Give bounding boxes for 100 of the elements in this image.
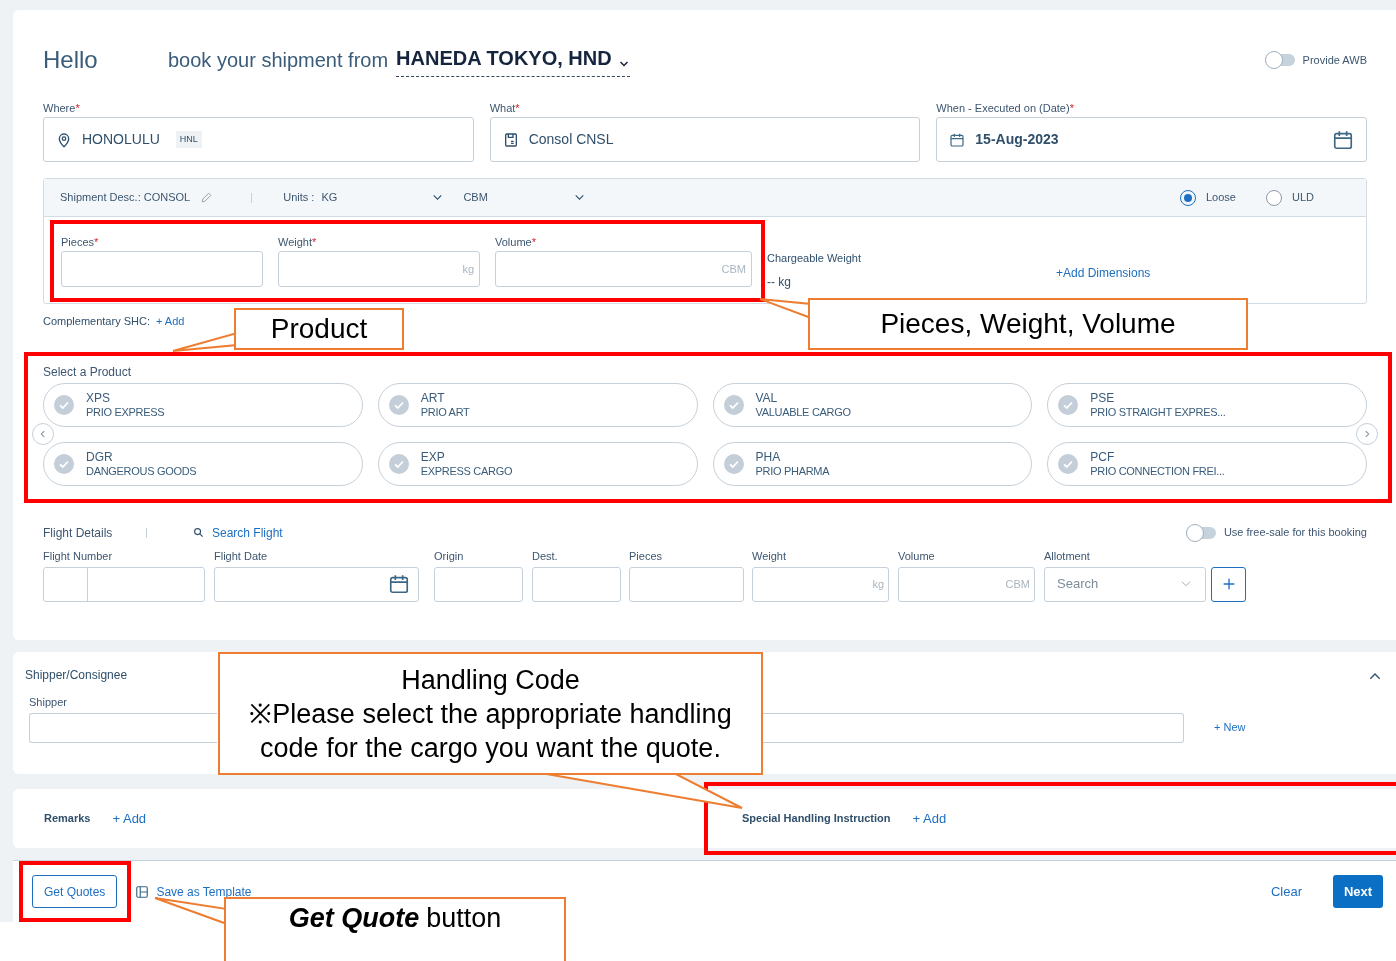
remarks-label: Remarks (44, 811, 91, 827)
callout-box: Product (234, 308, 404, 350)
product-option[interactable]: ART PRIO ART (377, 382, 698, 427)
next-button[interactable]: Next (1333, 875, 1383, 908)
product-option[interactable]: VAL VALUABLE CARGO (712, 382, 1033, 427)
checkmark-icon (54, 394, 74, 415)
toggle-label: Provide AWB (1302, 52, 1367, 68)
product-name: PRIO ART (420, 404, 470, 419)
toggle-label: Use free-sale for this booking (1223, 525, 1367, 541)
origin-dropdown[interactable]: HANEDA TOKYO, HND (396, 43, 630, 77)
new-link[interactable]: + New (1214, 718, 1246, 735)
next-arrow-button[interactable] (1356, 422, 1378, 445)
date-field[interactable] (214, 566, 419, 602)
add-link[interactable]: + Add (912, 808, 947, 829)
clear-link[interactable]: Clear (1270, 881, 1302, 902)
prompt-text: book your shipment from (168, 48, 389, 73)
commodity-field[interactable]: Consol CNSL (489, 117, 921, 162)
radio-button[interactable] (1266, 189, 1282, 206)
toggle-switch[interactable] (1185, 526, 1216, 539)
checkmark-icon (388, 394, 409, 415)
field-label: Dest. (532, 549, 559, 563)
product-name: PRIO STRAIGHT EXPRES... (1090, 404, 1226, 419)
field-label: Origin (434, 549, 465, 563)
product-code: VAL (755, 390, 779, 405)
airport-code-tag: HNL (175, 130, 202, 149)
chargeable-weight-label: Chargeable Weight (767, 251, 861, 266)
callout-box: Get Quote button (224, 897, 566, 961)
product-option[interactable]: PSE PRIO STRAIGHT EXPRES... (1047, 382, 1367, 427)
allotment-select[interactable]: Search (1044, 566, 1206, 602)
shipment-description: Shipment Desc.: CONSOL (60, 190, 191, 206)
calendar-icon[interactable] (388, 573, 410, 595)
checkmark-icon (723, 394, 744, 415)
radio-label: Loose (1206, 190, 1236, 206)
product-name: PRIO CONNECTION FREI... (1090, 463, 1225, 478)
input-field[interactable] (434, 566, 523, 602)
product-option[interactable]: PHA PRIO PHARMA (712, 441, 1033, 486)
field-label: Flight Date (214, 549, 269, 563)
add-button[interactable] (1211, 566, 1246, 602)
get-quotes-button[interactable]: Get Quotes (32, 875, 118, 908)
calendar-icon[interactable] (1332, 128, 1354, 151)
field-label: Volume* (495, 236, 537, 248)
section-title: Shipper/Consignee (25, 667, 128, 682)
product-name: PRIO EXPRESS (86, 404, 165, 419)
field-label: What* (489, 101, 521, 115)
checkmark-icon (1058, 453, 1079, 474)
add-dimensions-link[interactable]: +Add Dimensions (1055, 266, 1151, 280)
checkmark-icon (1058, 394, 1079, 415)
input-field[interactable] (629, 566, 744, 602)
product-code: PHA (755, 449, 782, 464)
complementary-shc-label: Complementary SHC: (43, 314, 150, 329)
field-label: Weight* (278, 236, 318, 248)
search-icon (193, 527, 204, 538)
greeting-text: Hello (43, 45, 99, 75)
calendar-icon (949, 131, 966, 148)
location-field[interactable]: HONOLULU HNL (43, 117, 474, 162)
field-label: Flight Number (43, 549, 114, 563)
input-field[interactable] (61, 251, 263, 287)
checkmark-icon (388, 453, 409, 474)
product-code: DGR (86, 449, 114, 464)
volume-unit-select[interactable]: CBM (463, 189, 587, 206)
product-name: EXPRESS CARGO (420, 463, 513, 478)
date-field[interactable]: 15-Aug-2023 (936, 117, 1367, 162)
input-field[interactable] (532, 566, 621, 602)
radio-label: ULD (1292, 190, 1314, 206)
product-option[interactable]: PCF PRIO CONNECTION FREI... (1047, 441, 1367, 486)
checkmark-icon (723, 453, 744, 474)
product-name: PRIO PHARMA (755, 463, 830, 478)
field-label: Pieces* (61, 236, 100, 248)
search-flight-link[interactable]: Search Flight (193, 523, 283, 542)
field-label: When - Executed on (Date)* (936, 101, 1075, 115)
field-label: Weight (752, 549, 788, 563)
chevron-right-icon (1362, 428, 1372, 439)
consignee-field[interactable] (763, 713, 1184, 743)
field-label: Volume (898, 549, 936, 563)
product-option[interactable]: DGR DANGEROUS GOODS (43, 441, 363, 486)
special-handling-label: Special Handling Instruction (742, 811, 891, 827)
shipper-field[interactable] (29, 713, 217, 743)
callout-box: Pieces, Weight, Volume (808, 298, 1248, 350)
product-option[interactable]: XPS PRIO EXPRESS (43, 382, 363, 427)
section-title: Select a Product (43, 364, 133, 379)
pencil-icon[interactable] (200, 191, 214, 204)
section-title: Flight Details (43, 524, 114, 542)
product-option[interactable]: EXP EXPRESS CARGO (377, 441, 698, 486)
field-label: Allotment (1044, 549, 1091, 563)
product-code: PCF (1090, 449, 1116, 464)
field-label: Pieces (629, 549, 664, 563)
previous-button[interactable] (32, 422, 54, 445)
toggle-switch[interactable] (1264, 54, 1295, 66)
template-icon (135, 884, 150, 899)
flight-number-field[interactable] (43, 566, 205, 602)
product-code: EXP (420, 449, 446, 464)
product-code: ART (420, 390, 446, 405)
checkmark-icon (54, 453, 74, 474)
add-link[interactable]: + Add (112, 808, 147, 829)
product-code: PSE (1090, 390, 1116, 405)
product-name: DANGEROUS GOODS (86, 463, 197, 478)
weight-unit-select[interactable]: KG (321, 189, 445, 206)
add-link[interactable]: + Add (156, 313, 185, 330)
field-label: Where* (43, 101, 81, 115)
product-code: XPS (86, 390, 111, 405)
